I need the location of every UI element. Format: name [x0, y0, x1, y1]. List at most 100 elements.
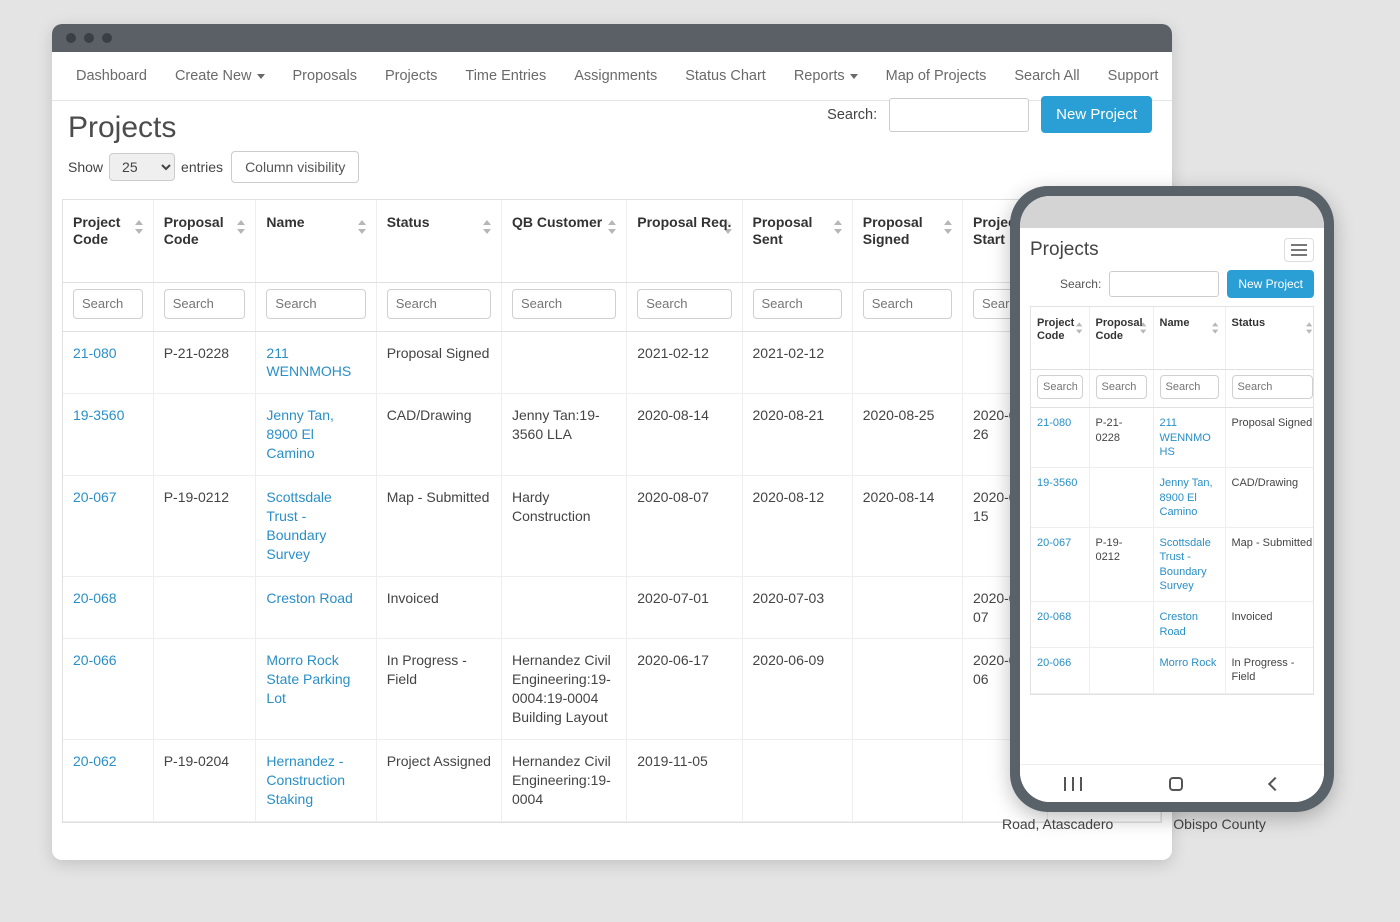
link-name[interactable]: Creston Road [266, 590, 352, 606]
mobile-cell-name: 211 WENNMOHS [1153, 408, 1225, 468]
cell-name: Morro Rock State Parking Lot [256, 639, 376, 740]
nav-item-dashboard[interactable]: Dashboard [62, 52, 161, 100]
phone-nav-bar [1020, 764, 1324, 802]
link-project_code[interactable]: 20-062 [73, 753, 117, 769]
cell-qb: Hardy Construction [501, 476, 626, 577]
cell-status: Invoiced [376, 576, 501, 639]
mobile-link-name[interactable]: Creston Road [1160, 611, 1199, 637]
nav-item-assignments[interactable]: Assignments [560, 52, 671, 100]
link-project_code[interactable]: 21-080 [73, 345, 117, 361]
table-row: 20-068Creston RoadInvoiced2020-07-012020… [63, 576, 1161, 639]
link-project_code[interactable]: 20-067 [73, 489, 117, 505]
mobile-search-input[interactable] [1109, 271, 1219, 297]
mobile-col-filter[interactable] [1160, 375, 1219, 399]
col-filter-qb[interactable] [512, 289, 616, 319]
col-filter-signed[interactable] [863, 289, 952, 319]
mobile-table-row: 20-066Morro RockIn Progress - Field [1031, 647, 1314, 693]
mobile-link-code[interactable]: 20-066 [1037, 657, 1071, 669]
nav-item-support[interactable]: Support [1094, 52, 1172, 100]
col-filter-name[interactable] [266, 289, 365, 319]
mobile-table-row: 20-067P-19-0212Scottsdale Trust - Bounda… [1031, 528, 1314, 602]
nav-item-create-new[interactable]: Create New [161, 52, 279, 100]
link-name[interactable]: Jenny Tan, 8900 El Camino [266, 407, 333, 461]
col-header-proposal_code[interactable]: Proposal Code [153, 200, 256, 282]
mobile-link-code[interactable]: 20-068 [1037, 611, 1071, 623]
link-name[interactable]: 211 WENNMOHS [266, 345, 351, 380]
col-filter-status[interactable] [387, 289, 491, 319]
cell-proposal_code: P-19-0204 [153, 739, 256, 821]
nav-item-projects[interactable]: Projects [371, 52, 451, 100]
recent-apps-icon[interactable] [1064, 777, 1082, 791]
cell-signed: 2020-08-14 [852, 476, 962, 577]
col-header-req[interactable]: Proposal Req. [627, 200, 742, 282]
nav-item-map-of-projects[interactable]: Map of Projects [872, 52, 1001, 100]
mobile-link-code[interactable]: 21-080 [1037, 417, 1071, 429]
col-filter-project_code[interactable] [73, 289, 143, 319]
mobile-link-code[interactable]: 19-3560 [1037, 477, 1077, 489]
sort-icon [1140, 322, 1148, 333]
mobile-col-filter[interactable] [1037, 375, 1083, 399]
back-icon[interactable] [1268, 776, 1282, 790]
nav-item-time-entries[interactable]: Time Entries [451, 52, 560, 100]
caret-down-icon [257, 74, 265, 79]
mobile-link-name[interactable]: Scottsdale Trust - Boundary Survey [1160, 537, 1211, 592]
nav-label: Search All [1014, 68, 1079, 84]
link-name[interactable]: Scottsdale Trust - Boundary Survey [266, 489, 331, 562]
phone-status-bar [1020, 196, 1324, 228]
column-visibility-button[interactable]: Column visibility [231, 151, 359, 183]
sort-icon [358, 220, 368, 234]
col-header-qb[interactable]: QB Customer [501, 200, 626, 282]
nav-item-status-chart[interactable]: Status Chart [671, 52, 780, 100]
col-header-signed[interactable]: Proposal Signed [852, 200, 962, 282]
mobile-col-header[interactable]: Proposal Code [1089, 307, 1153, 370]
link-project_code[interactable]: 19-3560 [73, 407, 124, 423]
home-icon[interactable] [1169, 777, 1183, 791]
mobile-cell-name: Creston Road [1153, 602, 1225, 648]
search-input[interactable] [889, 98, 1029, 132]
col-header-project_code[interactable]: Project Code [63, 200, 153, 282]
mobile-projects-table: Project CodeProposal CodeName Status 21-0… [1031, 307, 1314, 694]
new-project-button[interactable]: New Project [1041, 96, 1152, 133]
mobile-link-name[interactable]: Jenny Tan, 8900 El Camino [1160, 477, 1213, 518]
col-filter-req[interactable] [637, 289, 731, 319]
ghost-text: Road, Atascadero Obispo County [1002, 816, 1266, 832]
nav-item-reports[interactable]: Reports [780, 52, 872, 100]
hamburger-icon[interactable] [1284, 238, 1314, 262]
mobile-col-header[interactable]: Name [1153, 307, 1225, 370]
mobile-col-filter[interactable] [1232, 375, 1313, 399]
mobile-col-filter[interactable] [1096, 375, 1147, 399]
link-project_code[interactable]: 20-068 [73, 590, 117, 606]
col-filter-proposal_code[interactable] [164, 289, 246, 319]
table-row: 21-080P-21-0228211 WENNMOHSProposal Sign… [63, 331, 1161, 394]
mobile-link-code[interactable]: 20-067 [1037, 537, 1071, 549]
col-header-sent[interactable]: Proposal Sent [742, 200, 852, 282]
link-name[interactable]: Hernandez - Construction Staking [266, 753, 345, 807]
cell-sent: 2020-08-21 [742, 394, 852, 476]
mobile-col-header[interactable]: Status [1225, 307, 1314, 370]
mobile-link-name[interactable]: 211 WENNMOHS [1160, 417, 1211, 458]
col-header-status[interactable]: Status [376, 200, 501, 282]
col-filter-sent[interactable] [753, 289, 842, 319]
ghost-b: Obispo County [1173, 816, 1266, 832]
show-label-before: Show [68, 159, 103, 175]
cell-name: 211 WENNMOHS [256, 331, 376, 394]
link-project_code[interactable]: 20-066 [73, 652, 117, 668]
mobile-link-name[interactable]: Morro Rock [1160, 657, 1217, 669]
cell-name: Hernandez - Construction Staking [256, 739, 376, 821]
mobile-col-label: Status [1232, 317, 1313, 330]
mobile-new-project-button[interactable]: New Project [1227, 270, 1314, 298]
mobile-cell-status: CAD/Drawing [1225, 468, 1314, 528]
entries-select[interactable]: 25 [109, 153, 175, 181]
nav-item-proposals[interactable]: Proposals [279, 52, 371, 100]
mobile-col-header[interactable]: Project Code [1031, 307, 1089, 370]
mobile-cell-name: Scottsdale Trust - Boundary Survey [1153, 528, 1225, 602]
col-header-name[interactable]: Name [256, 200, 376, 282]
nav-item-search-all[interactable]: Search All [1000, 52, 1093, 100]
mobile-search-label: Search: [1060, 277, 1101, 291]
cell-qb: Hernandez Civil Engineering:19-0004:19-0… [501, 639, 626, 740]
mobile-table-wrap: Project CodeProposal CodeName Status 21-0… [1030, 306, 1314, 695]
cell-status: Project Assigned [376, 739, 501, 821]
cell-req: 2019-11-05 [627, 739, 742, 821]
link-name[interactable]: Morro Rock State Parking Lot [266, 652, 350, 706]
mobile-cell-prop [1089, 468, 1153, 528]
